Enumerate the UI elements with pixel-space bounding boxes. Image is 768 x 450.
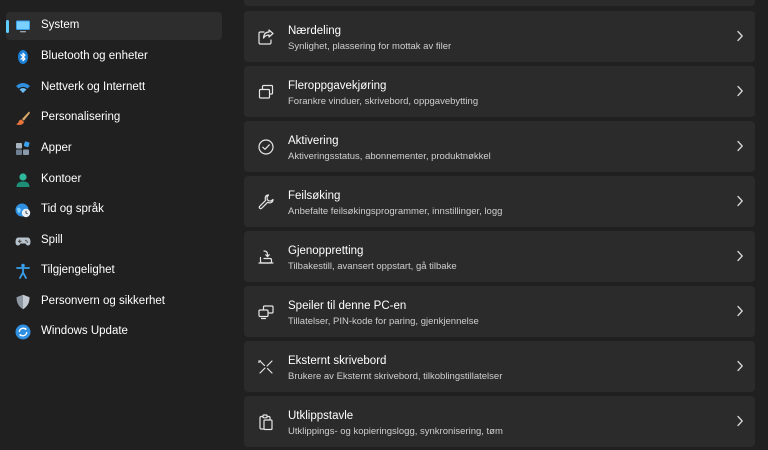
card-title: Utklippstavle xyxy=(288,410,354,422)
chevron-right-icon xyxy=(736,85,744,97)
card-title: Nærdeling xyxy=(288,25,342,37)
card-remote-desktop[interactable]: Eksternt skrivebord Brukere av Eksternt … xyxy=(244,341,755,392)
card-subtitle: Anbefalte feilsøkingsprogrammer, innstil… xyxy=(288,206,503,217)
sidebar-item-label: System xyxy=(41,19,80,31)
monitor-icon xyxy=(15,18,31,34)
apps-icon xyxy=(15,141,31,157)
sidebar-item-label: Nettverk og Internett xyxy=(41,81,146,93)
globe-clock-icon xyxy=(15,202,31,218)
card-title: Speiler til denne PC-en xyxy=(288,300,407,312)
selection-indicator xyxy=(6,20,9,33)
card-subtitle: Synlighet, plassering for mottak av file… xyxy=(288,41,452,52)
card-title: Feilsøking xyxy=(288,190,341,202)
previous-card-edge xyxy=(244,0,755,6)
sidebar-item-label: Windows Update xyxy=(41,325,128,337)
sidebar-item-system[interactable]: System xyxy=(6,12,222,40)
sidebar-item-time-language[interactable]: Tid og språk xyxy=(6,196,222,224)
sidebar-item-privacy[interactable]: Personvern og sikkerhet xyxy=(6,288,222,316)
remote-desktop-icon xyxy=(257,358,275,376)
sidebar-item-accessibility[interactable]: Tilgjengelighet xyxy=(6,257,222,285)
update-icon xyxy=(15,324,31,340)
card-subtitle: Tillatelser, PIN-kode for paring, gjenkj… xyxy=(288,316,479,327)
card-projecting[interactable]: Speiler til denne PC-en Tillatelser, PIN… xyxy=(244,286,755,337)
card-multitasking[interactable]: Fleroppgavekjøring Forankre vinduer, skr… xyxy=(244,66,755,117)
sidebar-item-bluetooth[interactable]: Bluetooth og enheter xyxy=(6,43,222,71)
sidebar-item-label: Bluetooth og enheter xyxy=(41,50,148,62)
card-recovery[interactable]: Gjenoppretting Tilbakestill, avansert op… xyxy=(244,231,755,282)
chevron-right-icon xyxy=(736,415,744,427)
sidebar-item-label: Tid og språk xyxy=(41,203,104,215)
sidebar-item-windows-update[interactable]: Windows Update xyxy=(6,318,222,346)
chevron-right-icon xyxy=(736,360,744,372)
sidebar-item-accounts[interactable]: Kontoer xyxy=(6,166,222,194)
sidebar-item-label: Apper xyxy=(41,142,72,154)
wifi-icon xyxy=(15,80,31,96)
account-icon xyxy=(15,172,31,188)
shield-icon xyxy=(15,294,31,310)
sidebar-item-label: Spill xyxy=(41,234,63,246)
card-subtitle: Utklippings- og kopieringslogg, synkroni… xyxy=(288,426,503,437)
sidebar-item-gaming[interactable]: Spill xyxy=(6,227,222,255)
card-activation[interactable]: Aktivering Aktiveringsstatus, abonnement… xyxy=(244,121,755,172)
sidebar-item-label: Personvern og sikkerhet xyxy=(41,295,166,307)
chevron-right-icon xyxy=(736,305,744,317)
accessibility-icon xyxy=(15,263,31,279)
card-clipboard[interactable]: Utklippstavle Utklippings- og kopierings… xyxy=(244,396,755,447)
sidebar-item-apps[interactable]: Apper xyxy=(6,135,222,163)
card-subtitle: Tilbakestill, avansert oppstart, gå tilb… xyxy=(288,261,457,272)
check-circle-icon xyxy=(257,138,275,156)
main-content: Nærdeling Synlighet, plassering for mott… xyxy=(232,0,768,450)
card-title: Eksternt skrivebord xyxy=(288,355,387,367)
card-title: Fleroppgavekjøring xyxy=(288,80,387,92)
chevron-right-icon xyxy=(736,195,744,207)
card-subtitle: Aktiveringsstatus, abonnementer, produkt… xyxy=(288,151,491,162)
settings-window: System Bluetooth og enheter Nettverk og … xyxy=(0,0,768,450)
card-title: Aktivering xyxy=(288,135,339,147)
share-icon xyxy=(257,28,275,46)
wrench-icon xyxy=(257,193,275,211)
recovery-icon xyxy=(257,248,275,266)
multitasking-icon xyxy=(257,83,275,101)
card-subtitle: Brukere av Eksternt skrivebord, tilkobli… xyxy=(288,371,503,382)
chevron-right-icon xyxy=(736,140,744,152)
sidebar: System Bluetooth og enheter Nettverk og … xyxy=(0,0,232,450)
card-troubleshoot[interactable]: Feilsøking Anbefalte feilsøkingsprogramm… xyxy=(244,176,755,227)
card-title: Gjenoppretting xyxy=(288,245,364,257)
gamepad-icon xyxy=(15,233,31,249)
chevron-right-icon xyxy=(736,250,744,262)
sidebar-item-network[interactable]: Nettverk og Internett xyxy=(6,74,222,102)
bluetooth-icon xyxy=(15,49,31,65)
sidebar-item-personalization[interactable]: Personalisering xyxy=(6,104,222,132)
sidebar-item-label: Tilgjengelighet xyxy=(41,264,115,276)
sidebar-item-label: Personalisering xyxy=(41,111,121,123)
brush-icon xyxy=(15,110,31,126)
clipboard-icon xyxy=(257,413,275,431)
chevron-right-icon xyxy=(736,30,744,42)
sidebar-item-label: Kontoer xyxy=(41,173,82,185)
card-subtitle: Forankre vinduer, skrivebord, oppgavebyt… xyxy=(288,96,479,107)
projection-icon xyxy=(257,303,275,321)
card-nearby-sharing[interactable]: Nærdeling Synlighet, plassering for mott… xyxy=(244,11,755,62)
